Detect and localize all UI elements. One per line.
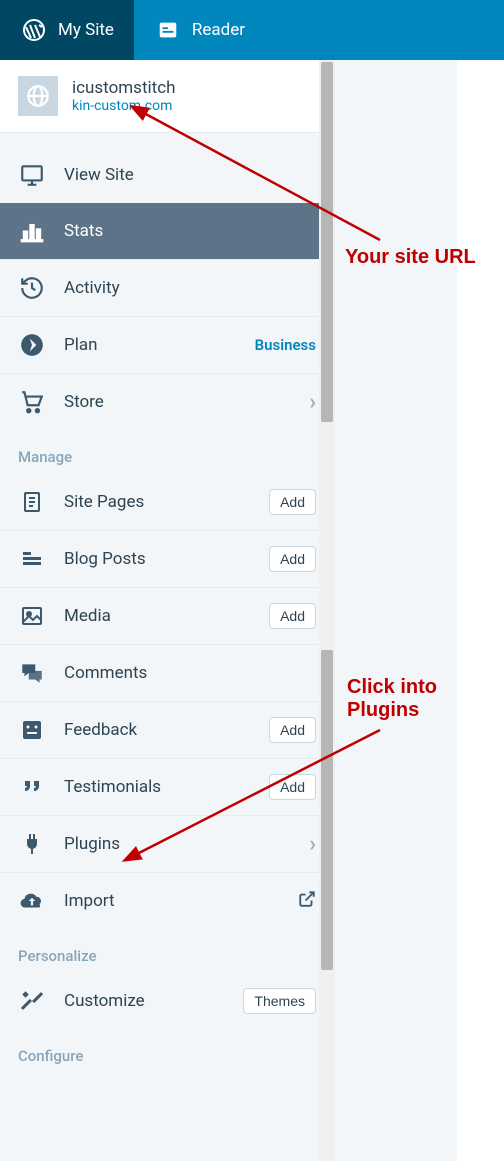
page-icon [18, 488, 46, 516]
sidebar-item-media[interactable]: Media Add [0, 587, 334, 644]
history-icon [18, 274, 46, 302]
plan-badge: Business [255, 336, 316, 354]
section-manage: Manage [0, 430, 334, 474]
sidebar-item-label: Plugins [64, 834, 291, 854]
globe-icon [18, 76, 58, 116]
sidebar-item-label: Store [64, 392, 291, 412]
chevron-right-icon: › [309, 390, 316, 415]
site-info: icustomstitch kin-custom.com [72, 78, 175, 114]
cloud-upload-icon [18, 887, 46, 915]
sidebar-item-plugins[interactable]: Plugins › [0, 815, 334, 872]
plan-icon [18, 331, 46, 359]
external-link-icon [298, 890, 316, 913]
add-button[interactable]: Add [269, 489, 316, 515]
site-name: icustomstitch [72, 78, 175, 98]
sidebar-item-plan[interactable]: Plan Business [0, 316, 334, 373]
monitor-icon [18, 161, 46, 189]
sidebar-item-store[interactable]: Store › [0, 373, 334, 430]
sidebar-item-label: Stats [64, 221, 316, 241]
plug-icon [18, 830, 46, 858]
topbar-reader[interactable]: Reader [134, 0, 265, 60]
sidebar-item-label: Activity [64, 278, 316, 298]
sidebar-item-customize[interactable]: Customize Themes [0, 973, 334, 1029]
site-header[interactable]: icustomstitch kin-custom.com [0, 60, 334, 133]
sidebar-item-label: Feedback [64, 720, 251, 740]
section-personalize: Personalize [0, 929, 334, 973]
annotation-plugins: Click into Plugins [347, 676, 437, 722]
tools-icon [18, 987, 46, 1015]
sidebar-item-label: Blog Posts [64, 549, 251, 569]
stats-icon [18, 217, 46, 245]
site-url: kin-custom.com [72, 98, 175, 114]
sidebar-item-label: Site Pages [64, 492, 251, 512]
sidebar-item-label: Customize [64, 991, 225, 1011]
sidebar-item-blogposts[interactable]: Blog Posts Add [0, 530, 334, 587]
themes-button[interactable]: Themes [243, 988, 316, 1014]
sidebar-item-import[interactable]: Import [0, 872, 334, 929]
sidebar-item-label: Testimonials [64, 777, 251, 797]
topbar-reader-label: Reader [192, 20, 245, 40]
annotation-line1: Click into [347, 676, 437, 699]
add-button[interactable]: Add [269, 603, 316, 629]
sidebar-item-activity[interactable]: Activity [0, 259, 334, 316]
sidebar-item-sitepages[interactable]: Site Pages Add [0, 474, 334, 530]
sidebar-item-label: Media [64, 606, 251, 626]
quote-icon [18, 773, 46, 801]
section-configure: Configure [0, 1029, 334, 1073]
sidebar-item-feedback[interactable]: Feedback Add [0, 701, 334, 758]
sidebar-item-label: View Site [64, 165, 316, 185]
sidebar-item-viewsite[interactable]: View Site [0, 147, 334, 203]
add-button[interactable]: Add [269, 717, 316, 743]
content-area [335, 60, 457, 1161]
annotation-line2: Plugins [347, 699, 437, 722]
sidebar-item-label: Comments [64, 663, 316, 683]
scrollbar[interactable] [319, 60, 335, 1161]
posts-icon [18, 545, 46, 573]
reader-icon [154, 16, 182, 44]
cart-icon [18, 388, 46, 416]
chevron-right-icon: › [309, 832, 316, 857]
sidebar: icustomstitch kin-custom.com View Site S… [0, 60, 335, 1161]
wordpress-icon [20, 16, 48, 44]
content-gap-2 [459, 950, 504, 965]
add-button[interactable]: Add [269, 774, 316, 800]
add-button[interactable]: Add [269, 546, 316, 572]
comments-icon [18, 659, 46, 687]
sidebar-item-comments[interactable]: Comments [0, 644, 334, 701]
sidebar-item-label: Plan [64, 335, 237, 355]
content-gap [459, 60, 504, 645]
feedback-icon [18, 716, 46, 744]
scrollbar-thumb[interactable] [321, 62, 333, 422]
image-icon [18, 602, 46, 630]
topbar: My Site Reader [0, 0, 504, 60]
topbar-mysite[interactable]: My Site [0, 0, 134, 60]
topbar-mysite-label: My Site [58, 20, 114, 40]
sidebar-item-label: Import [64, 891, 280, 911]
sidebar-item-testimonials[interactable]: Testimonials Add [0, 758, 334, 815]
annotation-url: Your site URL [345, 246, 476, 269]
sidebar-item-stats[interactable]: Stats [0, 203, 334, 259]
scrollbar-thumb-2[interactable] [321, 650, 333, 970]
